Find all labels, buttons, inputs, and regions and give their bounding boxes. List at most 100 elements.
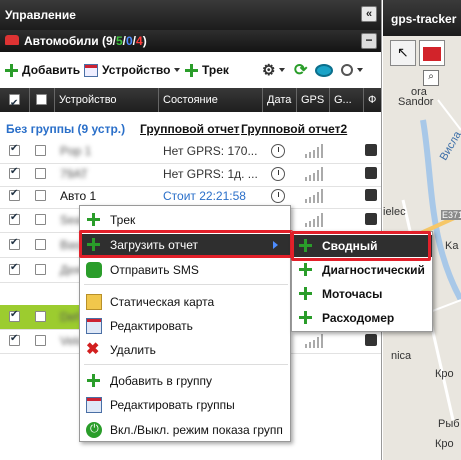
col-gsm[interactable]: G... <box>330 88 364 112</box>
group-row: Без группы (9 устр.) Групповой отчет Гру… <box>0 120 381 138</box>
device-name: 79AT <box>60 167 88 181</box>
device-status: Стоит 22:21:58 <box>163 189 246 203</box>
signal-icon <box>305 167 327 181</box>
context-menu-item[interactable]: Трек <box>80 209 290 231</box>
row-select-checkbox[interactable] <box>35 168 46 179</box>
context-menu-label: Добавить в группу <box>110 374 212 388</box>
sms-icon <box>86 262 102 278</box>
col-photo[interactable]: Ф <box>364 88 381 112</box>
context-menu-item[interactable]: Добавить в группу <box>80 370 290 392</box>
submenu-label: Диагностический <box>322 263 425 277</box>
refresh-button[interactable]: ⟳ <box>294 62 308 79</box>
context-menu-item[interactable]: ⏻ Вкл./Выкл. режим показа групп <box>80 419 290 441</box>
signal-icon <box>305 213 327 227</box>
row-select-checkbox[interactable] <box>35 335 46 346</box>
row-checkbox[interactable] <box>9 143 20 156</box>
refresh-icon: ⟳ <box>294 62 308 79</box>
row-checkbox[interactable] <box>9 166 20 179</box>
zone-icon <box>423 47 441 61</box>
group-report2-link[interactable]: Групповой отчет2 <box>241 122 347 136</box>
clock-icon[interactable] <box>271 144 285 158</box>
row-checkbox[interactable] <box>9 212 20 225</box>
device-status: Нет GPRS: 1д. ... <box>163 167 258 181</box>
map-titlebar: gps-tracker <box>383 0 461 36</box>
device-name: Def <box>60 310 79 324</box>
plus-icon <box>86 373 102 389</box>
collapse-button[interactable]: « <box>361 6 377 22</box>
table-row[interactable]: Pop 1 Нет GPRS: 170... <box>0 139 381 164</box>
row-select-checkbox[interactable] <box>35 190 46 201</box>
row-checkbox[interactable] <box>9 237 20 250</box>
map-label: Ka <box>445 240 459 252</box>
map-area[interactable]: ora Sandor ielec Висла E371 Ka nica Кро … <box>383 0 461 460</box>
device-name: Bas <box>60 238 81 252</box>
toolbar: Добавить Устройство Трек ⚙ ⟳ <box>0 55 381 83</box>
submenu-item[interactable]: Диагностический <box>292 259 432 281</box>
map-roads <box>383 99 461 421</box>
context-menu-item[interactable]: Отправить SMS <box>80 259 290 281</box>
row-select-checkbox[interactable] <box>35 264 46 275</box>
row-checkbox[interactable] <box>9 262 20 275</box>
context-menu-item[interactable]: Редактировать группы <box>80 394 290 416</box>
device-dropdown[interactable]: Устройство <box>84 62 181 78</box>
row-select-checkbox[interactable] <box>35 311 46 322</box>
signal-icon <box>305 189 327 203</box>
col-status[interactable]: Состояние <box>159 88 263 112</box>
vehicles-bar[interactable]: Автомобили (9/5/0/4) − <box>0 30 381 52</box>
context-menu-label: Вкл./Выкл. режим показа групп <box>110 423 283 437</box>
signal-icon <box>305 144 327 158</box>
camera-icon <box>365 167 377 179</box>
vehicles-title: Автомобили (9/5/0/4) <box>24 34 147 48</box>
plus-icon <box>5 63 18 77</box>
panel-title: Управление <box>5 8 76 22</box>
clock-icon[interactable] <box>271 167 285 181</box>
submenu-item[interactable]: Моточасы <box>292 283 432 305</box>
row-select-checkbox[interactable] <box>35 145 46 156</box>
edit-groups-icon <box>86 397 102 413</box>
row-checkbox[interactable] <box>9 309 20 322</box>
context-menu-item[interactable]: ✖ Удалить <box>80 339 290 361</box>
plus-icon <box>298 310 314 326</box>
zoom-button[interactable]: ⌕ <box>423 70 439 86</box>
row-checkbox[interactable] <box>9 188 20 201</box>
context-menu-item[interactable]: Редактировать <box>80 315 290 337</box>
select-all-cell[interactable] <box>0 88 30 112</box>
clock-icon[interactable] <box>271 189 285 203</box>
col-gps[interactable]: GPS <box>297 88 330 112</box>
col-device[interactable]: Устройство <box>55 88 159 112</box>
magnifier-icon: ⌕ <box>428 71 434 82</box>
camera-icon <box>365 144 377 156</box>
highlight-frame <box>291 231 431 261</box>
context-menu-label: Редактировать <box>110 319 193 333</box>
map-label: E371 <box>441 210 461 220</box>
context-menu-item[interactable]: Статическая карта <box>80 291 290 313</box>
select-all-checkbox[interactable] <box>9 92 20 112</box>
context-menu-label: Удалить <box>110 343 156 357</box>
map-label: Кро <box>435 438 454 450</box>
device-status: Нет GPRS: 170... <box>163 144 258 158</box>
check-column[interactable] <box>30 88 55 112</box>
context-menu-label: Трек <box>110 213 136 227</box>
menu-separator <box>84 364 288 365</box>
view-button[interactable] <box>315 62 333 78</box>
row-select-checkbox[interactable] <box>35 214 46 225</box>
row-checkbox[interactable] <box>9 333 20 346</box>
add-zone-button[interactable] <box>419 40 445 66</box>
track-button[interactable]: Трек <box>185 62 229 78</box>
minimize-button[interactable]: − <box>361 33 377 49</box>
search-dropdown[interactable] <box>341 62 363 78</box>
add-button[interactable]: Добавить <box>5 62 80 78</box>
plus-icon <box>185 63 198 77</box>
delete-icon: ✖ <box>86 341 100 358</box>
column-checkbox[interactable] <box>36 94 47 105</box>
settings-dropdown[interactable]: ⚙ <box>262 62 286 79</box>
submenu-item[interactable]: Расходомер <box>292 307 432 329</box>
group-report-link[interactable]: Групповой отчет <box>140 122 240 136</box>
col-date[interactable]: Дата <box>263 88 297 112</box>
menu-separator <box>84 284 288 285</box>
camera-icon <box>365 213 377 225</box>
group-label[interactable]: Без группы (9 устр.) <box>6 122 125 136</box>
row-select-checkbox[interactable] <box>35 239 46 250</box>
map-title: gps-tracker <box>391 12 457 26</box>
select-tool-button[interactable]: ↖ <box>390 40 416 66</box>
